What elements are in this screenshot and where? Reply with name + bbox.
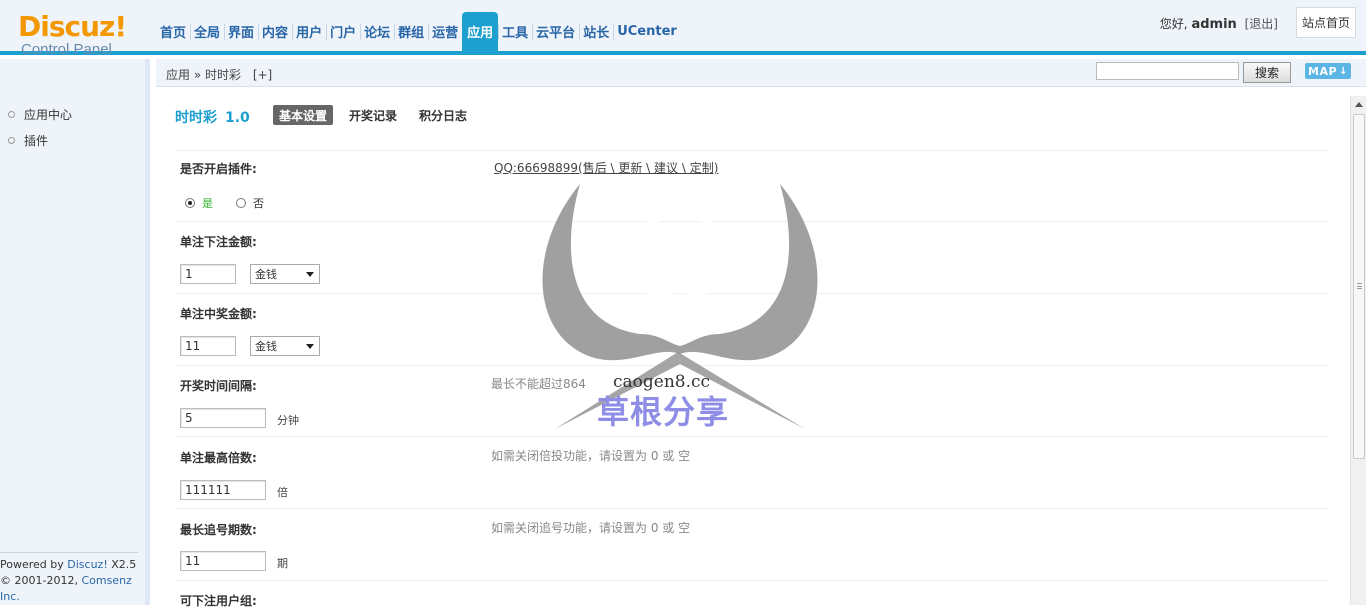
interval-label: 开奖时间间隔: [180,379,257,393]
max-multiple-tip: 如需关闭倍投功能，请设置为 0 或 空 [491,449,691,463]
page-scrollbar[interactable] [1350,96,1366,605]
greeting: 您好, [1159,17,1188,31]
add-shortcut-link[interactable]: [+] [253,68,272,82]
logo-brand: Discuz! [18,10,127,43]
nav-home[interactable]: 首页 [156,12,190,51]
breadcrumb-text[interactable]: 应用 » 时时彩 [166,68,241,82]
interval-tip: 最长不能超过864 [491,377,586,391]
sub-bar: 应用 » 时时彩 [+] 搜索 MAP ↓ [156,59,1366,87]
nav-plugin[interactable]: 应用 [462,12,499,51]
search-input[interactable] [1096,62,1239,80]
sidebar-item-label: 应用中心 [24,107,73,122]
win-amount-label: 单注中奖金额: [180,307,257,321]
max-periods-tip: 如需关闭追号功能，请设置为 0 或 空 [491,521,691,535]
arrow-down-icon: ↓ [1339,65,1348,77]
enable-yes-label: 是 [202,197,213,210]
scroll-up-icon[interactable] [1355,102,1363,107]
max-multiple-input[interactable]: 111111 [180,480,266,500]
sidebar: 应用中心 插件 Powered by Discuz! X2.5 © 2001-2… [0,59,150,605]
map-label: MAP [1308,64,1338,78]
app-version: 1.0 [225,110,250,126]
bullet-icon [8,136,15,144]
nav-tools[interactable]: 工具 [498,12,532,51]
divider [175,221,1328,222]
enable-label: 是否开启插件: [180,162,257,176]
nav-operation[interactable]: 运营 [428,12,462,51]
nav-style[interactable]: 界面 [224,12,258,51]
win-currency-select[interactable]: 金钱 [250,336,320,356]
user-info: 您好, admin [退出] [1160,15,1278,32]
dropdown-arrow-icon [306,272,314,277]
enable-no-label: 否 [253,197,264,210]
bet-amount-input[interactable]: 1 [180,264,236,284]
interval-input[interactable]: 5 [180,408,266,428]
divider [175,365,1328,366]
max-multiple-label: 单注最高倍数: [180,451,257,465]
divider [175,436,1328,437]
enable-no-radio[interactable]: 否 [236,195,264,211]
breadcrumb: 应用 » 时时彩 [+] [166,66,272,83]
sidebar-item-plugins[interactable]: 插件 [0,127,145,153]
nav-ucenter[interactable]: UCenter [613,12,681,51]
max-periods-unit: 期 [277,557,288,570]
nav-group[interactable]: 群组 [394,12,428,51]
discuz-link[interactable]: Discuz! [67,558,107,571]
max-periods-input[interactable]: 11 [180,551,266,571]
divider [175,293,1328,294]
radio-checked-icon [185,198,195,208]
divider [175,580,1328,581]
nav-founder[interactable]: 站长 [579,12,613,51]
divider [175,508,1328,509]
tab-credit-log[interactable]: 积分日志 [413,105,473,125]
max-multiple-unit: 倍 [277,486,288,499]
nav-content[interactable]: 内容 [258,12,292,51]
watermark-text: 草根分享 [597,393,730,431]
powered-by-text: Powered by [0,558,64,571]
nav-portal[interactable]: 门户 [326,12,360,51]
divider [175,150,1328,151]
username: admin [1191,17,1237,32]
plugin-tabs: 基本设置 开奖记录 积分日志 [273,105,473,125]
user-groups-label: 可下注用户组: [180,594,257,608]
nav-user[interactable]: 用户 [292,12,326,51]
main-nav: 首页 全局 界面 内容 用户 门户 论坛 群组 运营 应用 工具 云平台 站长 … [156,12,681,51]
logo-subtitle: Control Panel [21,41,112,58]
discuz-logo[interactable]: Discuz! Control Panel [18,12,138,64]
version-text: X2.5 [111,558,137,571]
app-name: 时时彩 [175,110,217,126]
copyright-text: © 2001-2012, [0,574,78,587]
tab-basic-settings[interactable]: 基本设置 [273,105,334,125]
site-home-button[interactable]: 站点首页 [1296,7,1356,38]
enable-yes-radio[interactable]: 是 [185,195,213,211]
sidebar-item-label: 插件 [24,133,49,148]
sidebar-footer: Powered by Discuz! X2.5 © 2001-2012, Com… [0,552,145,605]
bet-currency-value: 金钱 [255,268,277,281]
win-currency-value: 金钱 [255,340,277,353]
dropdown-arrow-icon [306,344,314,349]
sidebar-item-app-center[interactable]: 应用中心 [0,101,145,127]
max-periods-label: 最长追号期数: [180,523,257,537]
tab-draw-records[interactable]: 开奖记录 [343,105,403,125]
main-panel: 时时彩 1.0 基本设置 开奖记录 积分日志 是否开启插件: QQ:6669889… [155,88,1350,608]
search-button[interactable]: 搜索 [1243,62,1291,83]
radio-unchecked-icon [236,198,246,208]
nav-cloud[interactable]: 云平台 [532,12,579,51]
bet-amount-label: 单注下注金额: [180,235,257,249]
grip-icon [1357,283,1362,289]
nav-forum[interactable]: 论坛 [360,12,394,51]
bullet-icon [8,110,15,118]
nav-global[interactable]: 全局 [190,12,224,51]
footer-divider [0,552,138,553]
win-amount-input[interactable]: 11 [180,336,236,356]
bet-currency-select[interactable]: 金钱 [250,264,320,284]
map-button[interactable]: MAP ↓ [1305,63,1351,79]
scrollbar-thumb[interactable] [1353,114,1365,459]
app-title: 时时彩 1.0 [175,107,250,127]
qq-support-link[interactable]: QQ:66698899(售后 \ 更新 \ 建议 \ 定制) [494,159,718,176]
interval-unit: 分钟 [277,414,299,427]
admin-header: Discuz! Control Panel 首页 全局 界面 内容 用户 门户 … [0,0,1366,58]
logout-link[interactable]: [退出] [1245,17,1278,31]
